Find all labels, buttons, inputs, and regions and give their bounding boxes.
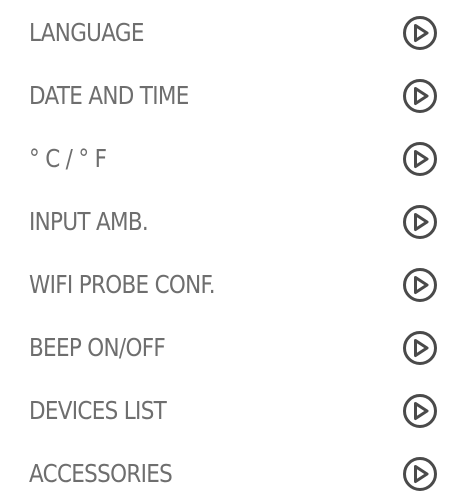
- menu-item-date-and-time[interactable]: DATE AND TIME: [0, 70, 466, 122]
- menu-item-beep-on-off[interactable]: BEEP ON/OFF: [0, 322, 466, 374]
- menu-item-label: ACCESSORIES: [29, 459, 173, 488]
- menu-item-devices-list[interactable]: DEVICES LIST: [0, 385, 466, 437]
- play-circle-icon[interactable]: [402, 141, 438, 177]
- menu-item-label: DEVICES LIST: [29, 396, 167, 425]
- menu-item-label: LANGUAGE: [29, 18, 144, 47]
- menu-item-temperature-unit[interactable]: ° C / ° F: [0, 133, 466, 185]
- play-circle-icon[interactable]: [402, 78, 438, 114]
- menu-item-label: WIFI PROBE CONF.: [29, 270, 216, 299]
- menu-item-input-amb[interactable]: INPUT AMB.: [0, 196, 466, 248]
- menu-item-wifi-probe-conf[interactable]: WIFI PROBE CONF.: [0, 259, 466, 311]
- menu-item-label: DATE AND TIME: [29, 81, 189, 110]
- menu-item-label: BEEP ON/OFF: [29, 333, 166, 362]
- settings-menu: LANGUAGE DATE AND TIME ° C / ° F INPUT A…: [0, 0, 466, 503]
- menu-item-accessories[interactable]: ACCESSORIES: [0, 448, 466, 500]
- menu-item-language[interactable]: LANGUAGE: [0, 7, 466, 59]
- play-circle-icon[interactable]: [402, 456, 438, 492]
- play-circle-icon[interactable]: [402, 267, 438, 303]
- play-circle-icon[interactable]: [402, 330, 438, 366]
- menu-item-label: ° C / ° F: [29, 144, 107, 173]
- menu-item-label: INPUT AMB.: [29, 207, 149, 236]
- play-circle-icon[interactable]: [402, 204, 438, 240]
- play-circle-icon[interactable]: [402, 15, 438, 51]
- play-circle-icon[interactable]: [402, 393, 438, 429]
